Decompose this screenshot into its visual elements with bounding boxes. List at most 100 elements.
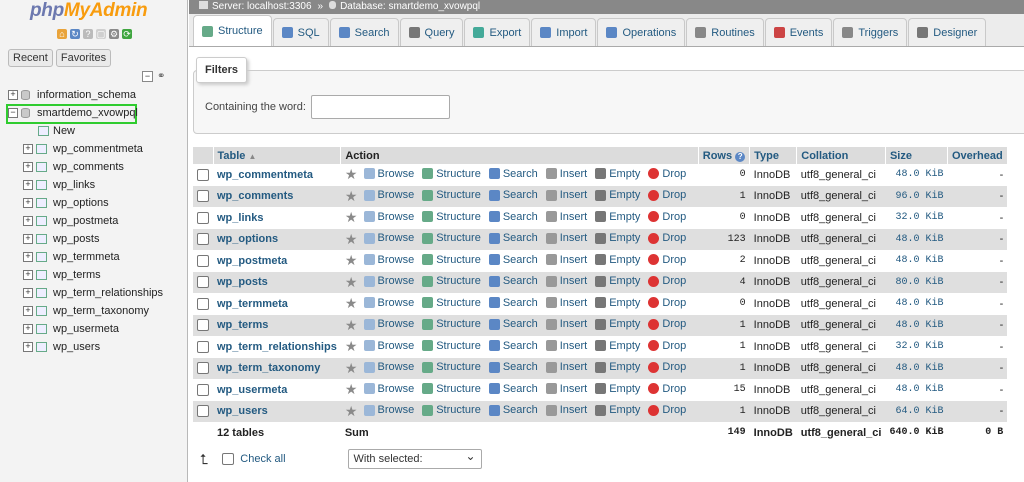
tree-table-item[interactable]: + wp_users	[0, 338, 187, 356]
logout-icon[interactable]: ↻	[70, 29, 80, 39]
insert-action[interactable]: Insert	[545, 254, 587, 266]
favorite-star-icon[interactable]: ★	[345, 360, 358, 376]
drop-action[interactable]: Drop	[648, 254, 686, 266]
row-size[interactable]: 48.0 KiB	[885, 228, 948, 250]
check-all-label[interactable]: Check all	[240, 453, 285, 465]
insert-action[interactable]: Insert	[545, 340, 587, 352]
tree-table-item[interactable]: + wp_termmeta	[0, 248, 187, 266]
row-checkbox[interactable]	[197, 362, 209, 375]
empty-action[interactable]: Empty	[595, 189, 640, 201]
expand-icon[interactable]: +	[23, 144, 33, 154]
favorite-star-icon[interactable]: ★	[345, 317, 358, 333]
filter-input[interactable]	[311, 95, 450, 119]
row-size[interactable]: 48.0 KiB	[885, 164, 948, 186]
row-size[interactable]: 32.0 KiB	[885, 336, 948, 358]
tree-table-item[interactable]: + wp_options	[0, 194, 187, 212]
tab-structure[interactable]: Structure	[193, 15, 272, 46]
search-action[interactable]: Search	[488, 361, 538, 373]
table-name[interactable]: wp_postmeta	[213, 250, 341, 272]
insert-action[interactable]: Insert	[545, 275, 587, 287]
row-checkbox[interactable]	[197, 405, 209, 418]
search-action[interactable]: Search	[488, 318, 538, 330]
insert-action[interactable]: Insert	[545, 383, 587, 395]
check-all[interactable]: Check all	[222, 453, 286, 465]
expand-icon[interactable]: +	[23, 234, 33, 244]
insert-action[interactable]: Insert	[545, 404, 587, 416]
empty-action[interactable]: Empty	[595, 340, 640, 352]
expand-icon[interactable]: +	[23, 216, 33, 226]
expand-icon[interactable]: +	[23, 306, 33, 316]
insert-action[interactable]: Insert	[545, 318, 587, 330]
search-action[interactable]: Search	[488, 168, 538, 180]
structure-action[interactable]: Structure	[422, 275, 481, 287]
row-checkbox[interactable]	[197, 383, 209, 396]
collapse-icon[interactable]: −	[8, 108, 18, 118]
settings-icon[interactable]: ⚙	[109, 29, 119, 39]
table-name[interactable]: wp_usermeta	[213, 379, 341, 401]
structure-action[interactable]: Structure	[422, 318, 481, 330]
drop-action[interactable]: Drop	[648, 275, 686, 287]
expand-icon[interactable]: +	[23, 198, 33, 208]
expand-icon[interactable]: +	[23, 324, 33, 334]
expand-icon[interactable]: +	[8, 90, 18, 100]
row-size[interactable]: 48.0 KiB	[885, 250, 948, 272]
empty-action[interactable]: Empty	[595, 404, 640, 416]
favorite-star-icon[interactable]: ★	[345, 209, 358, 225]
with-selected-select[interactable]: With selected:	[347, 447, 482, 469]
structure-action[interactable]: Structure	[422, 340, 481, 352]
insert-action[interactable]: Insert	[545, 168, 587, 180]
table-name[interactable]: wp_terms	[213, 314, 341, 336]
row-size[interactable]: 64.0 KiB	[885, 400, 948, 422]
row-size[interactable]: 48.0 KiB	[885, 293, 948, 315]
tab-sql[interactable]: SQL	[272, 18, 329, 46]
tab-query[interactable]: Query	[399, 18, 464, 46]
drop-action[interactable]: Drop	[648, 318, 686, 330]
structure-action[interactable]: Structure	[422, 404, 481, 416]
table-name[interactable]: wp_termmeta	[213, 293, 341, 315]
tree-new-table[interactable]: New	[0, 122, 187, 140]
structure-action[interactable]: Structure	[422, 232, 481, 244]
header-rows[interactable]: Rows ?	[698, 147, 751, 164]
tab-operations[interactable]: Operations	[597, 18, 686, 46]
browse-action[interactable]: Browse	[363, 254, 414, 266]
drop-action[interactable]: Drop	[648, 297, 686, 309]
tree-db-smartdemo[interactable]: − smartdemo_xvowpql	[0, 104, 187, 122]
expand-icon[interactable]: +	[23, 288, 33, 298]
structure-action[interactable]: Structure	[422, 297, 481, 309]
drop-action[interactable]: Drop	[648, 340, 686, 352]
tree-db-information-schema[interactable]: + information_schema	[0, 86, 187, 104]
recent-button[interactable]: Recent	[8, 49, 53, 67]
tab-import[interactable]: Import	[531, 18, 597, 46]
table-name[interactable]: wp_term_taxonomy	[213, 357, 341, 379]
insert-action[interactable]: Insert	[545, 232, 587, 244]
row-checkbox[interactable]	[197, 168, 209, 181]
empty-action[interactable]: Empty	[595, 168, 640, 180]
tab-search[interactable]: Search	[329, 18, 399, 46]
expand-icon[interactable]: +	[23, 342, 33, 352]
structure-action[interactable]: Structure	[422, 189, 481, 201]
expand-icon[interactable]: +	[23, 162, 33, 172]
search-action[interactable]: Search	[488, 404, 538, 416]
copy-icon[interactable]: ▢	[96, 29, 106, 39]
browse-action[interactable]: Browse	[363, 340, 414, 352]
browse-action[interactable]: Browse	[363, 232, 414, 244]
check-all-checkbox[interactable]	[222, 453, 235, 465]
tab-events[interactable]: Events	[764, 18, 833, 46]
favorite-star-icon[interactable]: ★	[345, 403, 358, 419]
header-table[interactable]: Table ▲	[213, 147, 342, 164]
table-name[interactable]: wp_users	[213, 400, 341, 422]
row-checkbox[interactable]	[197, 319, 209, 332]
drop-action[interactable]: Drop	[648, 232, 686, 244]
drop-action[interactable]: Drop	[648, 189, 686, 201]
reload-icon[interactable]: ⟳	[122, 29, 132, 39]
browse-action[interactable]: Browse	[363, 211, 414, 223]
insert-action[interactable]: Insert	[545, 211, 587, 223]
drop-action[interactable]: Drop	[648, 211, 686, 223]
header-size[interactable]: Size	[885, 147, 948, 164]
empty-action[interactable]: Empty	[595, 361, 640, 373]
insert-action[interactable]: Insert	[545, 297, 587, 309]
structure-action[interactable]: Structure	[422, 254, 481, 266]
tree-table-item[interactable]: + wp_terms	[0, 266, 187, 284]
browse-action[interactable]: Browse	[363, 297, 414, 309]
row-checkbox[interactable]	[197, 190, 209, 203]
